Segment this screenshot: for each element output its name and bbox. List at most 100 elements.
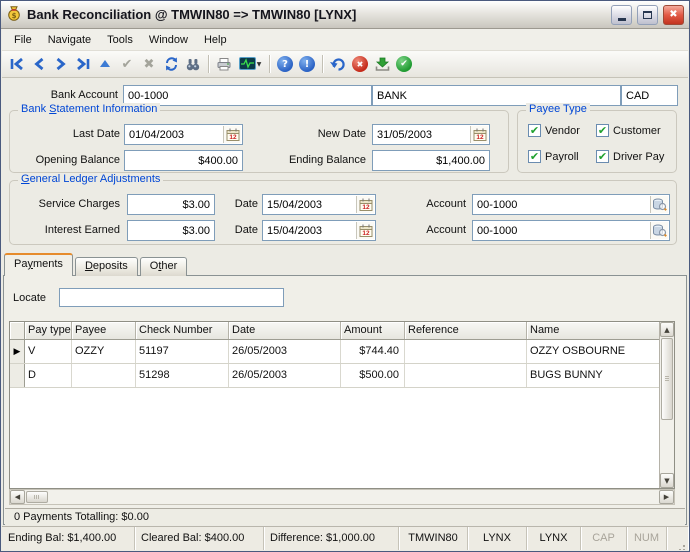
row-selector-cell[interactable]: ▶ bbox=[10, 340, 25, 363]
ending-balance-label: Ending Balance bbox=[264, 150, 366, 171]
undo-icon[interactable] bbox=[327, 53, 349, 75]
ending-balance-field[interactable] bbox=[372, 150, 490, 171]
up-arrow-icon[interactable] bbox=[94, 53, 116, 75]
bank-statement-groupbox: Bank Statement Information Last Date 12 … bbox=[9, 110, 509, 173]
vendor-checkbox[interactable] bbox=[528, 124, 541, 137]
ok-icon[interactable]: ✔ bbox=[393, 53, 415, 75]
menu-window[interactable]: Window bbox=[141, 31, 196, 49]
bank-account-currency-field[interactable] bbox=[621, 85, 678, 106]
new-date-field[interactable]: 12 bbox=[372, 124, 490, 145]
import-icon[interactable] bbox=[371, 53, 393, 75]
service-charges-date-field[interactable]: 12 bbox=[262, 194, 376, 215]
close-button[interactable]: ✖ bbox=[663, 5, 684, 25]
interest-earned-account-label: Account bbox=[408, 220, 466, 241]
maximize-button[interactable] bbox=[637, 5, 658, 25]
col-reference[interactable]: Reference bbox=[405, 322, 527, 339]
interest-earned-amount-field[interactable] bbox=[127, 220, 215, 241]
driver-pay-checkbox[interactable] bbox=[596, 150, 609, 163]
status-ending-balance: Ending Bal: $1,400.00 bbox=[2, 527, 135, 550]
calendar-icon[interactable]: 12 bbox=[356, 222, 374, 239]
status-num-lock: NUM bbox=[627, 527, 667, 550]
service-charges-date-label: Date bbox=[224, 194, 258, 215]
tab-strip: Payments Deposits Other bbox=[4, 253, 189, 276]
col-amount[interactable]: Amount bbox=[341, 322, 405, 339]
customer-checkbox-row: Customer bbox=[596, 124, 661, 137]
customer-label: Customer bbox=[613, 125, 661, 137]
calendar-icon[interactable]: 12 bbox=[356, 196, 374, 213]
scroll-left-icon[interactable]: ◀ bbox=[10, 490, 25, 504]
cell-name: BUGS BUNNY bbox=[527, 364, 659, 387]
payroll-checkbox[interactable] bbox=[528, 150, 541, 163]
print-icon[interactable] bbox=[213, 53, 235, 75]
nav-last-icon[interactable] bbox=[72, 53, 94, 75]
cell-name: OZZY OSBOURNE bbox=[527, 340, 659, 363]
tab-payments[interactable]: Payments bbox=[4, 253, 73, 276]
menu-file[interactable]: File bbox=[6, 31, 40, 49]
toolbar-separator bbox=[208, 55, 209, 73]
service-charges-account-field[interactable] bbox=[472, 194, 670, 215]
nav-first-icon[interactable] bbox=[6, 53, 28, 75]
cell-date: 26/05/2003 bbox=[229, 364, 341, 387]
abort-icon[interactable]: ✖ bbox=[349, 53, 371, 75]
last-date-field[interactable]: 12 bbox=[124, 124, 243, 145]
resize-grip[interactable] bbox=[667, 527, 688, 550]
locate-input[interactable] bbox=[59, 288, 284, 307]
customer-checkbox[interactable] bbox=[596, 124, 609, 137]
grid-row[interactable]: ▶ V OZZY 51197 26/05/2003 $744.40 OZZY O… bbox=[10, 340, 674, 364]
vendor-checkbox-row: Vendor bbox=[528, 124, 580, 137]
menu-tools[interactable]: Tools bbox=[99, 31, 141, 49]
new-date-label: New Date bbox=[264, 124, 366, 145]
service-charges-label: Service Charges bbox=[10, 194, 120, 215]
menu-navigate[interactable]: Navigate bbox=[40, 31, 99, 49]
cell-date: 26/05/2003 bbox=[229, 340, 341, 363]
tab-other[interactable]: Other bbox=[140, 257, 188, 276]
opening-balance-field[interactable] bbox=[124, 150, 243, 171]
help-icon[interactable]: ? bbox=[274, 53, 296, 75]
binoculars-icon[interactable] bbox=[182, 53, 204, 75]
last-date-label: Last Date bbox=[18, 124, 120, 145]
status-bar: Ending Bal: $1,400.00 Cleared Bal: $400.… bbox=[2, 526, 688, 550]
vertical-scrollbar[interactable]: ▲ ▼ bbox=[659, 322, 674, 488]
vertical-scroll-thumb[interactable] bbox=[661, 338, 673, 420]
menu-help[interactable]: Help bbox=[196, 31, 235, 49]
col-payee[interactable]: Payee bbox=[72, 322, 136, 339]
status-caps-lock: CAP bbox=[581, 527, 627, 550]
info-icon[interactable]: ! bbox=[296, 53, 318, 75]
scroll-up-icon[interactable]: ▲ bbox=[660, 322, 674, 337]
scroll-right-icon[interactable]: ▶ bbox=[659, 490, 674, 504]
title-bar: $ Bank Reconciliation @ TMWIN80 => TMWIN… bbox=[1, 1, 689, 29]
scroll-down-icon[interactable]: ▼ bbox=[660, 473, 674, 488]
account-lookup-icon[interactable] bbox=[650, 196, 668, 213]
payments-grid: Pay type Payee Check Number Date Amount … bbox=[9, 321, 675, 489]
col-pay-type[interactable]: Pay type bbox=[25, 322, 72, 339]
cancel-icon[interactable]: ✖ bbox=[138, 53, 160, 75]
col-date[interactable]: Date bbox=[229, 322, 341, 339]
refresh-icon[interactable] bbox=[160, 53, 182, 75]
cell-payee bbox=[72, 364, 136, 387]
calendar-icon[interactable]: 12 bbox=[223, 126, 241, 143]
nav-prev-icon[interactable] bbox=[28, 53, 50, 75]
confirm-icon[interactable]: ✔ bbox=[116, 53, 138, 75]
cell-reference bbox=[405, 340, 527, 363]
gl-adjustments-groupbox: General Ledger Adjustments Service Charg… bbox=[9, 180, 677, 245]
horizontal-scrollbar[interactable]: ◀ ▶ bbox=[9, 489, 675, 505]
row-selector-cell[interactable] bbox=[10, 364, 25, 387]
calendar-icon[interactable]: 12 bbox=[470, 126, 488, 143]
monitor-dropdown-button[interactable]: ▼ bbox=[235, 53, 265, 75]
horizontal-scroll-thumb[interactable] bbox=[26, 491, 48, 503]
payroll-label: Payroll bbox=[545, 151, 579, 163]
interest-earned-account-field[interactable] bbox=[472, 220, 670, 241]
service-charges-amount-field[interactable] bbox=[127, 194, 215, 215]
nav-next-icon[interactable] bbox=[50, 53, 72, 75]
maximize-icon bbox=[643, 11, 652, 19]
minimize-button[interactable] bbox=[611, 5, 632, 25]
col-check-number[interactable]: Check Number bbox=[136, 322, 229, 339]
locate-label: Locate bbox=[13, 288, 51, 309]
col-name[interactable]: Name bbox=[527, 322, 659, 339]
status-server: TMWIN80 bbox=[399, 527, 468, 550]
account-lookup-icon[interactable] bbox=[650, 222, 668, 239]
app-window: $ Bank Reconciliation @ TMWIN80 => TMWIN… bbox=[0, 0, 690, 552]
interest-earned-date-field[interactable]: 12 bbox=[262, 220, 376, 241]
grid-row[interactable]: D 51298 26/05/2003 $500.00 BUGS BUNNY bbox=[10, 364, 674, 388]
tab-deposits[interactable]: Deposits bbox=[75, 257, 138, 276]
